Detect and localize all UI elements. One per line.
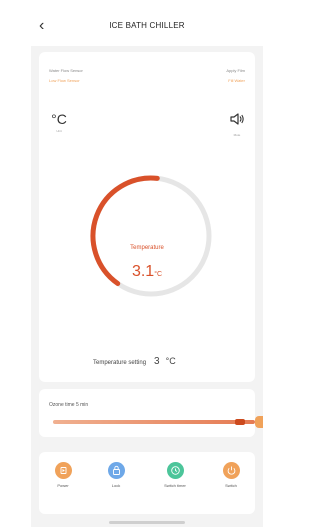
lock-label: Lock <box>111 483 121 488</box>
ozone-card: Ozone time 5 min <box>39 389 263 437</box>
temperature-value: 3.1 <box>131 263 155 280</box>
lock-button[interactable]: Lock <box>96 462 136 488</box>
water-flow-label: Water Flow Sensor <box>49 68 83 73</box>
sound-toggle-button[interactable]: Mute <box>227 112 247 137</box>
temperature-setting: Temperature setting 3 °C <box>93 356 176 367</box>
ozone-label: Ozone time 5 min <box>49 402 89 408</box>
power-icon <box>54 462 72 479</box>
speaker-icon <box>230 113 244 125</box>
water-flow-value: Low Flow Sensor <box>49 78 80 83</box>
phone-screen: ‹ ICE BATH CHILLER Water Flow Sensor Low… <box>31 12 263 527</box>
temperature-label: Temperature <box>130 245 164 251</box>
unit-symbol: °C <box>51 111 67 127</box>
setting-label: Temperature setting <box>93 360 147 366</box>
app-window: ‹ ICE BATH CHILLER Water Flow Sensor Low… <box>0 0 263 527</box>
switch-icon <box>222 462 240 479</box>
sound-caption: Mute <box>233 133 241 137</box>
apply-label: Apply Film <box>226 68 245 73</box>
switch-timer-button[interactable]: Switch timer <box>155 462 195 488</box>
switch-timer-label: Switch timer <box>164 483 186 488</box>
temperature-gauge <box>90 175 212 297</box>
setting-unit: °C <box>165 356 176 366</box>
header: ‹ ICE BATH CHILLER <box>31 12 263 46</box>
temperature-card: Water Flow Sensor Low Flow Sensor Apply … <box>39 52 255 407</box>
ozone-slider-thumb[interactable] <box>235 419 245 425</box>
power-button[interactable]: Power <box>43 462 83 488</box>
apply-value: Fill Water <box>228 78 245 83</box>
temperature-readout: 3.1°C <box>39 263 255 281</box>
power-label: Power <box>57 483 69 488</box>
unit-toggle-button[interactable]: °C Unit <box>49 112 69 133</box>
home-indicator <box>109 521 185 524</box>
temperature-unit: °C <box>154 271 163 278</box>
actions-card: Power Lock Switch timer Switch <box>39 452 255 514</box>
lock-icon <box>107 462 125 479</box>
switch-button[interactable]: Switch <box>211 462 251 488</box>
switch-label: Switch <box>225 483 237 488</box>
ozone-slider-track[interactable] <box>53 420 255 424</box>
timer-icon <box>166 462 184 479</box>
setting-value: 3 <box>154 356 160 367</box>
page-title: ICE BATH CHILLER <box>109 21 185 30</box>
unit-caption: Unit <box>56 129 62 133</box>
ozone-slider-handle[interactable] <box>255 416 263 428</box>
